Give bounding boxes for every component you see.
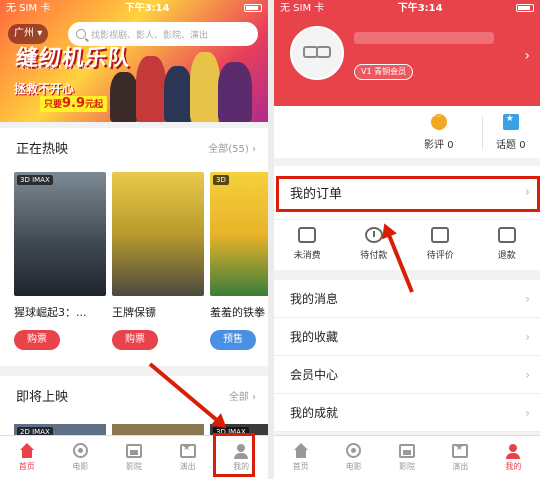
now-showing-section: 正在热映 全部(55) › 3D IMAX 猩球崛起3：... 购票 王牌保镖 …	[0, 128, 268, 366]
chevron-right-icon: ›	[525, 291, 530, 306]
clock: 下午3:14	[124, 3, 170, 14]
format-badge: 3D	[213, 175, 229, 185]
status-bar: 无 SIM 卡 下午3:14	[274, 0, 540, 17]
bottom-tab-bar: 首页 电影 影院 演出 我的	[274, 435, 540, 479]
show-ticket-icon	[179, 443, 196, 458]
highlight-box-my-orders	[276, 176, 540, 212]
city-label: 广州	[14, 28, 34, 39]
cinema-icon	[399, 443, 415, 458]
promo-suffix: 元起	[85, 100, 104, 110]
tab-cinemas[interactable]: 影院	[380, 436, 433, 479]
coming-soon-section: 即将上映 全部 › 2D IMAX 3D IMAX	[0, 376, 268, 438]
movie-title: 猩球崛起3：...	[14, 306, 87, 319]
home-screen: 缝纫机乐队 CITY OF ROCK 2017.9.29 拯救不开心 只要9.9…	[0, 0, 268, 479]
movie-card[interactable]: 王牌保镖 购票	[112, 172, 204, 350]
order-pending-review[interactable]: 待评价	[407, 220, 474, 268]
movie-poster: 3D IMAX	[14, 172, 106, 296]
promo-prefix: 只要	[44, 100, 63, 110]
promo-price: 9.9	[62, 96, 86, 111]
order-refund[interactable]: 退款	[474, 220, 540, 268]
movie-title: 羞羞的铁拳	[210, 306, 265, 319]
banner-cast-photo	[110, 50, 260, 122]
ticket-icon	[298, 227, 317, 243]
refund-icon	[497, 227, 516, 243]
profile-screen: V1 青铜会员 › 无 SIM 卡 下午3:14 影评 0 话题 0 我的订单 …	[274, 0, 540, 479]
chevron-right-icon: ›	[525, 367, 530, 382]
avatar[interactable]	[290, 26, 344, 80]
city-selector[interactable]: 广州 ▾	[8, 24, 49, 44]
section-title: 即将上映	[16, 389, 69, 405]
format-badge: 3D IMAX	[17, 175, 53, 185]
speech-bubble-icon	[430, 112, 447, 130]
order-unused[interactable]: 未消费	[274, 220, 341, 268]
chevron-right-icon: ›	[524, 48, 530, 64]
review-icon	[431, 227, 450, 243]
film-reel-icon	[346, 443, 362, 458]
movie-card[interactable]: 3D 羞羞的铁拳 预售	[210, 172, 268, 350]
chevron-right-icon: ›	[525, 329, 530, 344]
menu-achievements[interactable]: 我的成就 ›	[274, 394, 540, 432]
promo-banner[interactable]: 缝纫机乐队 CITY OF ROCK 2017.9.29 拯救不开心 只要9.9…	[0, 0, 268, 122]
tab-cinemas[interactable]: 影院	[107, 436, 161, 479]
banner-subtitle: CITY OF ROCK 2017.9.29	[20, 64, 95, 71]
tab-shows[interactable]: 演出	[434, 436, 487, 479]
tab-shows[interactable]: 演出	[161, 436, 215, 479]
search-icon	[76, 29, 86, 39]
clock: 下午3:14	[397, 3, 443, 14]
movie-poster: 3D	[210, 172, 268, 296]
carrier-label: 无 SIM 卡	[6, 3, 51, 14]
view-all-link[interactable]: 全部(55) ›	[208, 140, 256, 155]
chevron-down-icon: ▾	[37, 28, 43, 39]
menu-member-center[interactable]: 会员中心 ›	[274, 356, 540, 394]
search-input[interactable]: 找影视剧、影人、影院、演出	[68, 22, 258, 46]
cinema-icon	[125, 443, 142, 458]
movie-poster	[112, 172, 204, 296]
user-stats: 影评 0 话题 0	[274, 106, 540, 158]
highlight-box-mine-tab	[213, 433, 255, 477]
movie-title: 王牌保镖	[112, 306, 156, 319]
home-icon	[19, 442, 35, 458]
banner-slogan: 拯救不开心	[14, 82, 75, 96]
tab-home[interactable]: 首页	[274, 436, 327, 479]
tab-mine[interactable]: 我的	[487, 436, 540, 479]
battery-icon	[515, 0, 534, 17]
profile-menu: 我的消息 › 我的收藏 › 会员中心 › 我的成就 ›	[274, 280, 540, 432]
tab-home[interactable]: 首页	[0, 436, 54, 479]
buy-ticket-button[interactable]: 购票	[112, 330, 158, 350]
presale-button[interactable]: 预售	[210, 330, 256, 350]
view-all-link[interactable]: 全部 ›	[229, 388, 256, 403]
banner-promo: 只要9.9元起	[40, 96, 108, 112]
tab-movies[interactable]: 电影	[54, 436, 108, 479]
vip-badge: V1 青铜会员	[354, 64, 414, 80]
show-ticket-icon	[452, 443, 469, 458]
battery-icon	[243, 0, 262, 17]
stat-topics[interactable]: 话题 0	[496, 114, 526, 151]
menu-favorites[interactable]: 我的收藏 ›	[274, 318, 540, 356]
tab-movies[interactable]: 电影	[327, 436, 380, 479]
chevron-right-icon: ›	[525, 405, 530, 420]
username-blurred	[354, 32, 494, 44]
buy-ticket-button[interactable]: 购票	[14, 330, 60, 350]
stat-reviews[interactable]: 影评 0	[424, 112, 454, 151]
film-reel-icon	[72, 443, 88, 458]
profile-icon	[505, 443, 521, 459]
home-icon	[293, 442, 309, 458]
status-bar: 无 SIM 卡 下午3:14	[0, 0, 268, 17]
movie-card[interactable]: 3D IMAX 猩球崛起3：... 购票	[14, 172, 106, 350]
bookmark-icon	[502, 114, 519, 130]
carrier-label: 无 SIM 卡	[280, 3, 325, 14]
screenshot-root: 缝纫机乐队 CITY OF ROCK 2017.9.29 拯救不开心 只要9.9…	[0, 0, 540, 479]
search-placeholder: 找影视剧、影人、影院、演出	[91, 30, 209, 41]
section-title: 正在热映	[16, 141, 69, 157]
